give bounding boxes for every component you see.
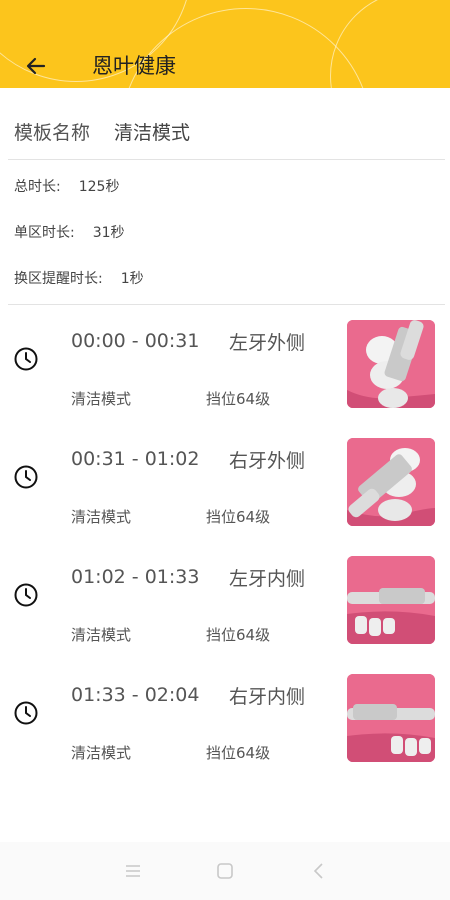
switch-reminder-row: 换区提醒时长: 1秒 (14, 266, 144, 290)
total-duration-row: 总时长: 125秒 (14, 174, 119, 198)
step-zone-image (347, 438, 435, 526)
step-zone: 左牙外侧 (229, 332, 306, 354)
clock-icon (14, 465, 38, 489)
switch-reminder-label: 换区提醒时长: (14, 271, 103, 287)
clock-icon (14, 583, 38, 607)
divider (8, 304, 445, 305)
app-header: 恩叶健康 (0, 0, 450, 88)
system-navigation-bar (0, 842, 450, 900)
step-zone-image (347, 674, 435, 762)
step-mode: 清洁模式 (71, 626, 132, 644)
step-zone-image (347, 556, 435, 644)
divider (8, 159, 445, 160)
back-button[interactable] (18, 50, 54, 82)
step-mode: 清洁模式 (71, 508, 132, 526)
template-name-value: 清洁模式 (114, 121, 191, 144)
step-item[interactable]: 00:00 - 00:31 左牙外侧 清洁模式 挡位64级 (0, 318, 450, 428)
step-zone: 右牙内侧 (229, 686, 306, 708)
step-time-range: 01:02 - 01:33 (71, 566, 200, 588)
page-title: 恩叶健康 (92, 54, 176, 78)
template-name-label: 模板名称 (14, 121, 91, 144)
zone-duration-label: 单区时长: (14, 225, 75, 241)
step-item[interactable]: 01:33 - 02:04 右牙内侧 清洁模式 挡位64级 (0, 672, 450, 782)
zone-duration-value: 31秒 (92, 225, 125, 241)
step-time-range: 00:31 - 01:02 (71, 448, 200, 470)
step-zone: 左牙内侧 (229, 568, 306, 590)
switch-reminder-value: 1秒 (120, 271, 144, 287)
step-mode: 清洁模式 (71, 744, 132, 762)
clock-icon (14, 347, 38, 371)
clock-icon (14, 701, 38, 725)
home-square-icon[interactable] (214, 860, 236, 882)
step-level: 挡位64级 (206, 626, 271, 644)
back-chevron-icon[interactable] (308, 860, 330, 882)
step-zone-image (347, 320, 435, 408)
header-decoration (330, 0, 450, 88)
total-duration-value: 125秒 (78, 179, 120, 195)
step-item[interactable]: 00:31 - 01:02 右牙外侧 清洁模式 挡位64级 (0, 436, 450, 546)
step-time-range: 01:33 - 02:04 (71, 684, 200, 706)
step-mode: 清洁模式 (71, 390, 132, 408)
step-item[interactable]: 01:02 - 01:33 左牙内侧 清洁模式 挡位64级 (0, 554, 450, 664)
step-level: 挡位64级 (206, 508, 271, 526)
step-zone: 右牙外侧 (229, 450, 306, 472)
template-name-row: 模板名称 清洁模式 (14, 116, 190, 146)
menu-icon[interactable] (122, 860, 144, 882)
zone-duration-row: 单区时长: 31秒 (14, 220, 125, 244)
step-level: 挡位64级 (206, 744, 271, 762)
total-duration-label: 总时长: (14, 179, 61, 195)
step-time-range: 00:00 - 00:31 (71, 330, 200, 352)
arrow-left-icon (26, 57, 46, 75)
step-level: 挡位64级 (206, 390, 271, 408)
